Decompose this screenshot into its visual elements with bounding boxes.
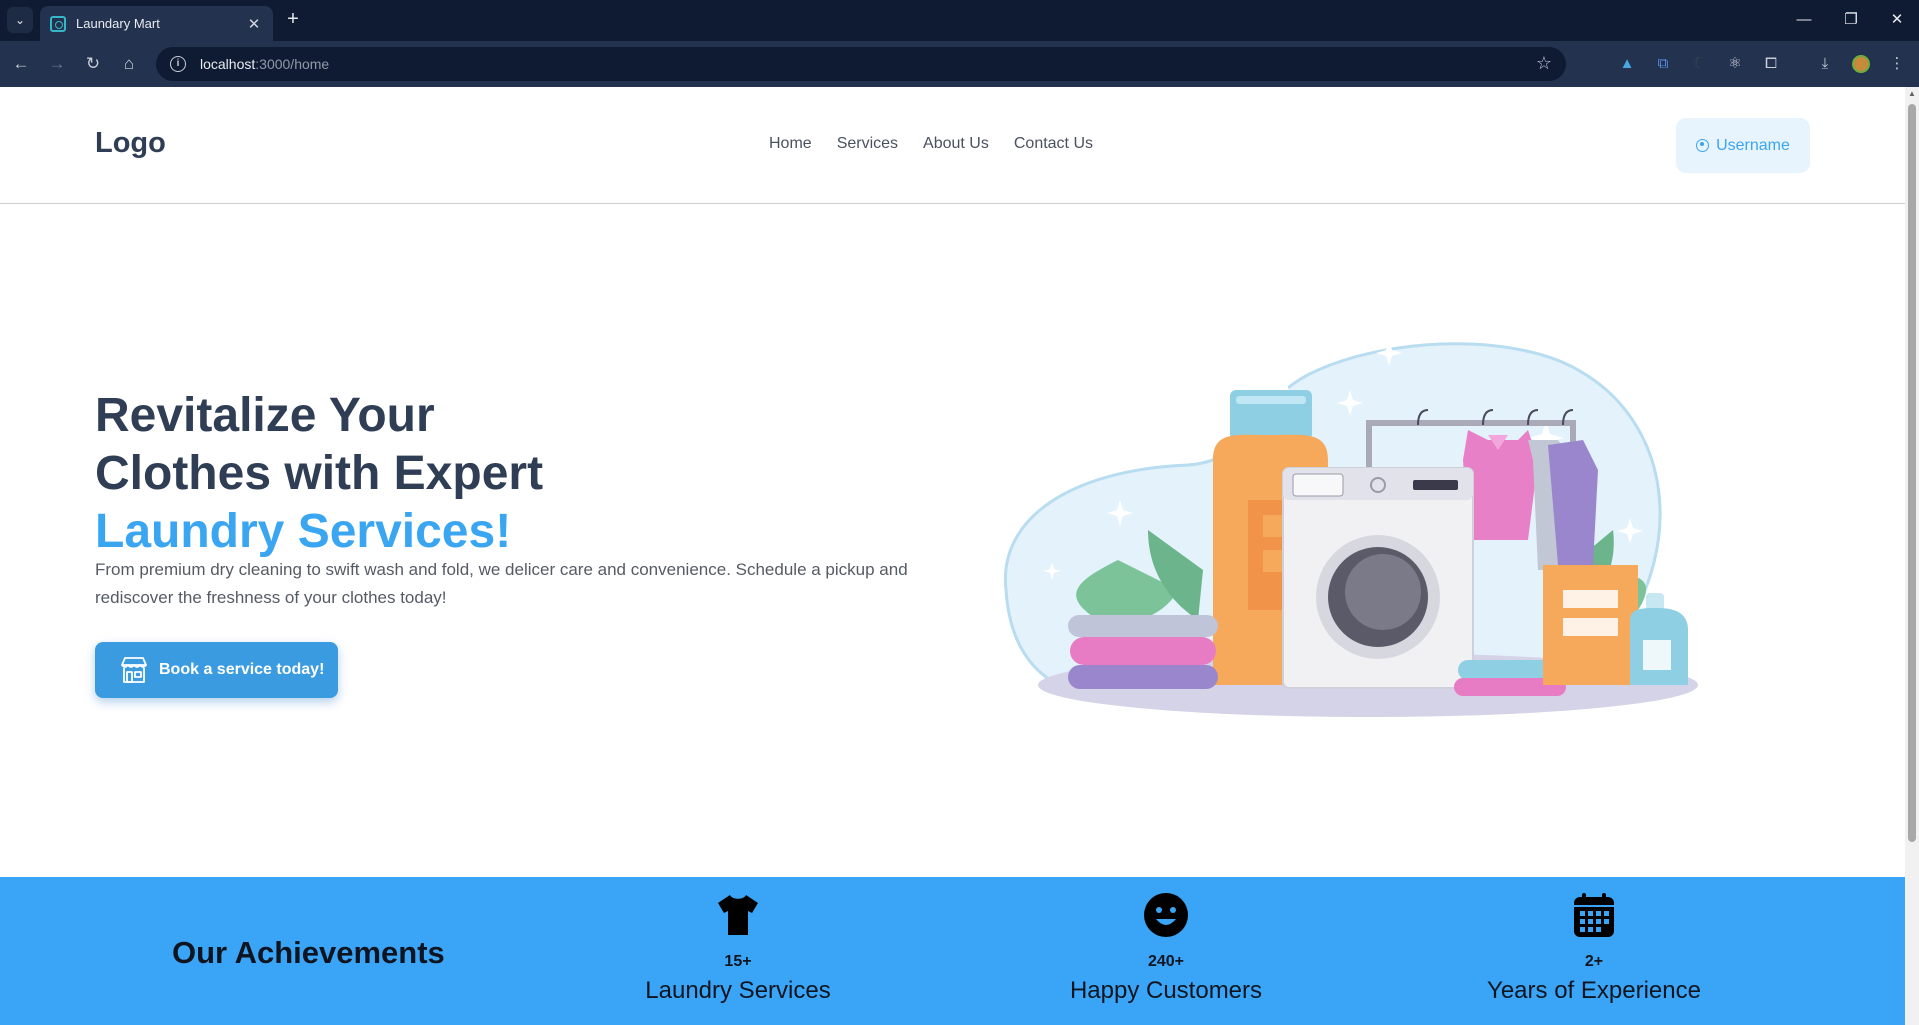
extensions-puzzle-icon[interactable]: ⧠ (1760, 53, 1782, 75)
stat-happy-customers: 240+ Happy Customers (1016, 891, 1316, 1005)
nav-about-us[interactable]: About Us (923, 135, 989, 153)
hero-title-accent: Laundry Services! (95, 505, 512, 558)
home-button[interactable]: ⌂ (116, 51, 142, 77)
nav-services[interactable]: Services (837, 135, 898, 153)
tshirt-icon (718, 895, 758, 935)
hero-title: Revitalize Your Clothes with Expert Laun… (95, 389, 544, 558)
scroll-thumb[interactable] (1908, 104, 1916, 842)
browser-toolbar: ← → ↻ ⌂ i localhost:3000/home ☆ ▲ ⧉ ☾ ⚛ … (0, 41, 1919, 87)
stat-years-experience: 2+ Years of Experience (1444, 891, 1744, 1005)
back-button[interactable]: ← (8, 51, 34, 77)
calendar-icon (1574, 893, 1614, 937)
nav-contact-us[interactable]: Contact Us (1014, 135, 1093, 153)
browser-tab-bar: ⌄ Laundary Mart ✕ + — ❐ ✕ (0, 0, 1919, 41)
stat-label: Happy Customers (1069, 977, 1263, 1004)
site-logo[interactable]: Logo (95, 127, 166, 160)
scroll-up-arrow-icon[interactable]: ▲ (1908, 89, 1916, 98)
address-bar[interactable]: i localhost:3000/home ☆ (156, 47, 1566, 81)
url-text: localhost:3000/home (200, 56, 330, 72)
user-circle-icon (1696, 139, 1710, 152)
stat-value: 240+ (1147, 953, 1185, 970)
profile-avatar-icon[interactable] (1850, 53, 1872, 75)
book-service-label: Book a service today! (159, 661, 325, 678)
tab-search-button[interactable]: ⌄ (7, 7, 33, 33)
site-header: Logo Home Services About Us Contact Us U… (0, 87, 1905, 204)
reload-button[interactable]: ↻ (80, 51, 106, 77)
forward-button[interactable]: → (44, 51, 70, 77)
tab-title: Laundary Mart (76, 16, 160, 31)
achievements-section: Our Achievements 15+ Laundry Services 24… (0, 877, 1905, 1025)
stat-value: 2+ (1584, 953, 1604, 970)
username-button[interactable]: Username (1676, 118, 1810, 173)
laundry-illustration (1003, 340, 1698, 717)
tab-favicon-icon (50, 15, 66, 32)
download-icon[interactable]: ⤓ (1814, 53, 1836, 75)
page-scrollbar[interactable]: ▲ (1905, 87, 1919, 1025)
stat-label: Laundry Services (645, 977, 831, 1004)
book-service-button[interactable]: Book a service today! (95, 642, 338, 698)
minimize-button[interactable]: — (1792, 8, 1816, 32)
browser-tab[interactable]: Laundary Mart ✕ (40, 6, 273, 41)
smiley-icon (1144, 893, 1188, 937)
translate-extension-icon[interactable]: ⧉ (1652, 53, 1674, 75)
restore-button[interactable]: ❐ (1839, 8, 1863, 32)
site-info-icon[interactable]: i (170, 56, 186, 72)
close-window-button[interactable]: ✕ (1885, 8, 1909, 32)
stat-value: 15+ (724, 953, 752, 970)
hero-description: From premium dry cleaning to swift wash … (95, 560, 908, 607)
new-tab-button[interactable]: + (281, 8, 305, 32)
storefront-icon (121, 657, 147, 683)
bookmark-star-icon[interactable]: ☆ (1536, 53, 1552, 74)
username-label: Username (1716, 136, 1790, 154)
browser-menu-icon[interactable]: ⋮ (1886, 53, 1908, 75)
stat-label: Years of Experience (1487, 977, 1701, 1004)
nav-home[interactable]: Home (769, 135, 812, 153)
react-devtools-icon[interactable]: ⚛ (1724, 53, 1746, 75)
stat-laundry-services: 15+ Laundry Services (588, 891, 888, 1005)
extension-icon[interactable]: ▲ (1616, 53, 1638, 75)
achievements-title: Our Achievements (172, 935, 445, 970)
dark-mode-extension-icon[interactable]: ☾ (1688, 53, 1710, 75)
tab-close-icon[interactable]: ✕ (245, 15, 263, 33)
main-nav: Home Services About Us Contact Us (769, 135, 1093, 153)
page-viewport: Logo Home Services About Us Contact Us U… (0, 87, 1905, 1025)
